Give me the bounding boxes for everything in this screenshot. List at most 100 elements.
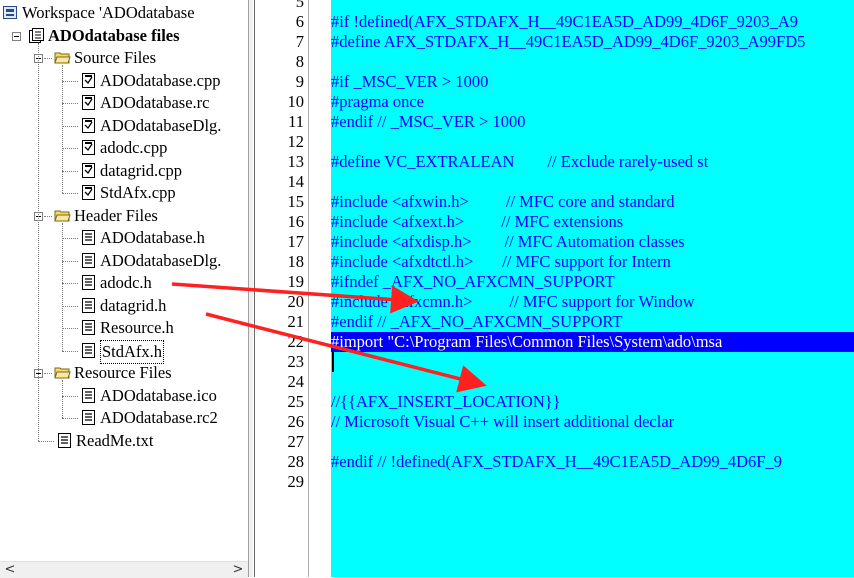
line-number: 20	[287, 292, 305, 311]
tree-connector	[62, 103, 78, 104]
code-line[interactable]: #endif // !defined(AFX_STDAFX_H__49C1EA5…	[331, 452, 782, 472]
tree-node-label: ADOdatabase.h	[100, 228, 205, 247]
file-node[interactable]: adodc.h	[80, 272, 248, 294]
tree-connector	[62, 238, 78, 239]
header-file-icon	[82, 387, 95, 403]
scroll-left-arrow[interactable]: <	[2, 562, 18, 578]
tree-node-label: ADOdatabase.ico	[100, 385, 217, 405]
file-node[interactable]: ADOdatabaseDlg.	[80, 115, 248, 137]
line-number: 26	[287, 412, 305, 431]
folder-open-icon	[54, 367, 71, 379]
line-number: 8	[295, 52, 304, 71]
code-line[interactable]: #include <afxcmn.h> // MFC support for W…	[331, 292, 695, 312]
line-number: 22	[287, 332, 305, 351]
code-line[interactable]: #endif // _AFX_NO_AFXCMN_SUPPORT	[331, 312, 622, 332]
selection-margin[interactable]	[308, 0, 331, 577]
line-number: 11	[288, 112, 304, 131]
file-node[interactable]: StdAfx.h	[80, 339, 248, 364]
tree-horizontal-scrollbar[interactable]: < >	[0, 561, 248, 578]
tree-node-label: Workspace 'ADOdatabase	[22, 3, 195, 22]
tree-connector	[62, 283, 78, 284]
tree-node-label: adodc.h	[100, 273, 152, 292]
code-line[interactable]: #include <afxdisp.h> // MFC Automation c…	[331, 232, 685, 252]
code-line[interactable]: #pragma once	[331, 92, 424, 112]
code-line[interactable]: #include <afxdtctl.h> // MFC support for…	[331, 252, 671, 272]
project-icon	[29, 27, 44, 43]
code-line[interactable]: #if !defined(AFX_STDAFX_H__49C1EA5D_AD99…	[331, 12, 798, 32]
file-view-tree[interactable]: Workspace 'ADOdatabase ADOdatabase files S…	[0, 0, 248, 577]
folder-node[interactable]: Resource Files	[54, 362, 248, 384]
tree-connector	[38, 440, 54, 442]
line-number-gutter: 5 6 7 8 9 10 11 12 13 14 15 16 17 18 19 20 21 22 23 24 25 26 2…	[258, 0, 308, 577]
tree-node-label: adodc.cpp	[100, 138, 168, 157]
scroll-right-arrow[interactable]: >	[230, 562, 246, 578]
line-number: 7	[295, 32, 304, 51]
source-file-icon	[82, 72, 95, 88]
tree-node-label: ADOdatabase.cpp	[100, 70, 221, 90]
file-node[interactable]: ADOdatabase.ico	[80, 385, 248, 407]
line-number: 13	[287, 152, 305, 171]
tree-connector	[44, 58, 52, 59]
file-node[interactable]: StdAfx.cpp	[80, 182, 248, 204]
tree-connector	[62, 80, 78, 82]
source-file-icon	[82, 185, 95, 200]
file-node[interactable]: ADOdatabaseDlg.	[80, 250, 248, 272]
folder-node[interactable]: Source Files	[54, 47, 248, 69]
file-node[interactable]: datagrid.h	[80, 295, 248, 317]
text-caret	[332, 352, 334, 372]
line-number: 5	[295, 0, 304, 11]
tree-node-label: ADOdatabase.rc2	[100, 408, 218, 427]
workspace-icon	[3, 6, 17, 19]
line-number: 23	[287, 352, 305, 371]
header-file-icon	[82, 252, 95, 268]
code-line[interactable]: #include <afxwin.h> // MFC core and stan…	[331, 192, 675, 212]
line-number: 16	[287, 212, 305, 231]
tree-connector	[62, 418, 78, 419]
code-line[interactable]: #if _MSC_VER > 1000	[331, 72, 488, 92]
project-node[interactable]: ADOdatabase files	[28, 25, 248, 47]
header-file-icon	[82, 275, 95, 290]
code-line[interactable]: #endif // _MSC_VER > 1000	[331, 112, 525, 132]
line-number: 10	[287, 92, 305, 111]
file-node[interactable]: Resource.h	[80, 317, 248, 339]
folder-node[interactable]: Header Files	[54, 205, 248, 227]
tree-node-label: ADOdatabaseDlg.	[100, 115, 222, 135]
tree-connector	[62, 65, 63, 193]
tree-connector	[44, 215, 52, 217]
collapse-toggle-icon[interactable]	[12, 31, 21, 41]
code-line[interactable]: #include <afxext.h> // MFC extensions	[331, 212, 623, 232]
code-line[interactable]: // Microsoft Visual C++ will insert addi…	[331, 412, 674, 432]
code-line[interactable]: #import "C:\Program Files\Common Files\S…	[331, 332, 722, 352]
line-number: 28	[287, 452, 305, 471]
tree-node-label: ReadMe.txt	[76, 430, 154, 450]
code-line[interactable]: #define VC_EXTRALEAN // Exclude rarely-u…	[331, 152, 708, 172]
tree-connector	[62, 222, 63, 351]
tree-node-label: Resource Files	[74, 363, 172, 382]
workspace-node[interactable]: Workspace 'ADOdatabase	[2, 2, 248, 24]
readme-node[interactable]: ReadMe.txt	[56, 430, 248, 452]
file-node[interactable]: ADOdatabase.h	[80, 227, 248, 249]
line-number: 21	[287, 312, 305, 331]
line-number: 29	[287, 472, 305, 491]
file-node[interactable]: datagrid.cpp	[80, 160, 248, 182]
header-file-icon	[82, 410, 95, 425]
line-number: 24	[287, 372, 305, 391]
code-line[interactable]: //{{AFX_INSERT_LOCATION}}	[331, 392, 561, 412]
file-node[interactable]: adodc.cpp	[80, 137, 248, 159]
line-number: 25	[287, 392, 305, 411]
folder-open-icon	[54, 210, 71, 221]
line-number: 9	[295, 72, 304, 91]
tree-node-label: ADOdatabase files	[48, 25, 180, 45]
code-line[interactable]: #ifndef _AFX_NO_AFXCMN_SUPPORT	[331, 272, 615, 292]
tree-node-label: Resource.h	[100, 318, 174, 337]
file-node[interactable]: ADOdatabase.cpp	[80, 70, 248, 92]
file-node[interactable]: ADOdatabase.rc2	[80, 407, 248, 429]
header-file-icon	[82, 230, 95, 245]
header-file-icon	[82, 320, 95, 335]
tree-connector	[62, 260, 78, 262]
code-line[interactable]: #define AFX_STDAFX_H__49C1EA5D_AD99_4D6F…	[331, 32, 805, 52]
tree-node-label: datagrid.h	[100, 295, 167, 315]
code-editor[interactable]: #import "C:\Program Files\Common Files\S…	[331, 0, 854, 577]
file-node[interactable]: ADOdatabase.rc	[80, 92, 248, 114]
tree-node-label: datagrid.cpp	[100, 160, 183, 180]
